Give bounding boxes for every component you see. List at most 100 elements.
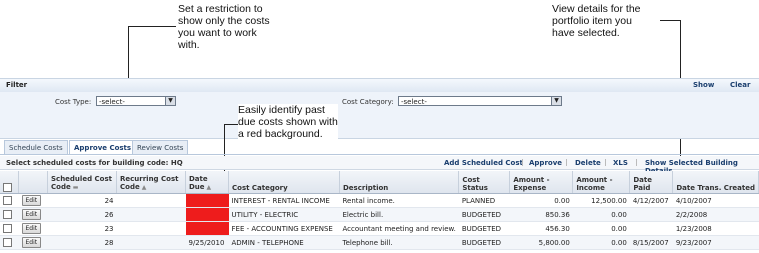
- action-bar: Select scheduled costs for building code…: [0, 156, 759, 175]
- filter-title: Filter: [6, 81, 28, 89]
- callout-pointer-pastdue: [224, 124, 238, 125]
- cell-description: Rental income.: [339, 193, 459, 208]
- cell-date-created: 9/23/2007: [672, 235, 759, 250]
- row-edit-cell[interactable]: Edit: [18, 193, 48, 208]
- divider: [605, 159, 606, 166]
- header-label: Description: [343, 184, 389, 192]
- grid-caption: Select scheduled costs for building code…: [6, 159, 183, 167]
- cell-amount-expense: 850.36: [509, 207, 573, 222]
- cell-date-due: [185, 221, 229, 236]
- cell-scheduled-cost-code: 28: [47, 235, 117, 250]
- cell-date-due: 9/25/2010: [185, 235, 229, 250]
- cell-description: Accountant meeting and review.: [339, 221, 459, 236]
- cell-amount-income: 0.00: [572, 221, 630, 236]
- header-label: Amount - Income: [576, 176, 613, 192]
- callout-line: you want to work: [178, 27, 257, 39]
- tab-schedule-costs[interactable]: Schedule Costs: [4, 140, 68, 154]
- cell-amount-expense: 456.30: [509, 221, 573, 236]
- filter-panel: Cost Type: -select- ▼ Cost Category: -se…: [0, 92, 759, 139]
- table-row[interactable]: Edit 26 UTILITY - ELECTRIC Electric bill. BU…: [0, 207, 759, 222]
- tab-approve-costs[interactable]: Approve Costs: [69, 140, 137, 155]
- sort-asc-icon: ▲: [206, 184, 212, 191]
- row-edit-cell[interactable]: Edit: [18, 207, 48, 222]
- cell-recurring-cost-code: [116, 221, 186, 236]
- header-date-paid[interactable]: Date Paid: [629, 171, 674, 194]
- table-row[interactable]: Edit 24 INTEREST - RENTAL INCOME Rental inc…: [0, 193, 759, 208]
- cell-scheduled-cost-code: 24: [47, 193, 117, 208]
- edit-header: [18, 171, 48, 194]
- cell-cost-status: BUDGETED: [458, 235, 510, 250]
- chevron-down-icon: ▼: [165, 97, 175, 105]
- edit-button[interactable]: Edit: [21, 209, 42, 220]
- header-label: Recurring Cost Code: [120, 175, 179, 191]
- header-date-created[interactable]: Date Trans. Created: [672, 171, 759, 194]
- cost-category-value: -select-: [401, 98, 427, 106]
- delete-button[interactable]: Delete: [575, 159, 601, 167]
- cost-category-select[interactable]: -select- ▼: [398, 96, 562, 106]
- cell-recurring-cost-code: [116, 235, 186, 250]
- cell-date-due: [185, 193, 229, 208]
- row-checkbox[interactable]: [3, 210, 12, 219]
- row-edit-cell[interactable]: Edit: [18, 235, 48, 250]
- cost-type-select[interactable]: -select- ▼: [96, 96, 176, 106]
- row-checkbox[interactable]: [3, 196, 12, 205]
- row-edit-cell[interactable]: Edit: [18, 221, 48, 236]
- divider: [566, 159, 567, 166]
- cell-cost-status: PLANNED: [458, 193, 510, 208]
- table-row[interactable]: Edit 28 9/25/2010 ADMIN - TELEPHONE Telephon…: [0, 235, 759, 250]
- chevron-down-icon: ▼: [551, 97, 561, 105]
- header-scheduled-cost-code[interactable]: Scheduled Cost Code ▬: [47, 171, 117, 194]
- select-all-header[interactable]: [0, 171, 19, 194]
- callout-line: with.: [178, 39, 200, 51]
- header-cost-status[interactable]: Cost Status: [458, 171, 511, 194]
- header-description[interactable]: Description: [339, 171, 460, 194]
- filter-show-link[interactable]: Show: [693, 81, 714, 89]
- approve-button[interactable]: Approve: [529, 159, 562, 167]
- cell-scheduled-cost-code: 23: [47, 221, 117, 236]
- header-label: Cost Status: [462, 176, 488, 192]
- header-recurring-cost-code[interactable]: Recurring Cost Code ▲: [116, 171, 186, 194]
- edit-button[interactable]: Edit: [21, 223, 42, 234]
- sort-icon: ▬: [72, 184, 79, 191]
- tab-review-costs[interactable]: Review Costs: [132, 140, 189, 154]
- header-label: Amount - Expense: [513, 176, 550, 192]
- scheduled-costs-table: Scheduled Cost Code ▬ Recurring Cost Code…: [0, 171, 759, 250]
- callout-line: a red background.: [238, 128, 323, 140]
- filter-bar: Filter Show Clear: [0, 78, 759, 93]
- table-body: Edit 24 INTEREST - RENTAL INCOME Rental inc…: [0, 193, 759, 250]
- cost-type-label: Cost Type:: [55, 98, 92, 106]
- row-checkbox[interactable]: [3, 238, 12, 247]
- table-header-row: Scheduled Cost Code ▬ Recurring Cost Code…: [0, 171, 759, 194]
- cell-date-created: 1/23/2008: [672, 221, 759, 236]
- cell-cost-category: FEE - ACCOUNTING EXPENSE: [228, 221, 340, 236]
- header-amount-income[interactable]: Amount - Income: [572, 171, 631, 194]
- cell-date-paid: 8/15/2007: [629, 235, 673, 250]
- cell-date-paid: [629, 207, 673, 222]
- table-row[interactable]: Edit 23 FEE - ACCOUNTING EXPENSE Accountant…: [0, 221, 759, 236]
- cell-scheduled-cost-code: 26: [47, 207, 117, 222]
- cell-description: Electric bill.: [339, 207, 459, 222]
- header-date-due[interactable]: Date Due ▲: [185, 171, 229, 194]
- callout-line: have selected.: [552, 27, 620, 39]
- cell-date-due: [185, 207, 229, 222]
- divider: [636, 159, 637, 166]
- row-select-cell[interactable]: [0, 221, 19, 236]
- cell-cost-category: INTEREST - RENTAL INCOME: [228, 193, 340, 208]
- row-select-cell[interactable]: [0, 207, 19, 222]
- header-cost-category[interactable]: Cost Category: [228, 171, 340, 194]
- callout-line: due costs shown with: [238, 116, 338, 128]
- row-checkbox[interactable]: [3, 224, 12, 233]
- callout-line: show only the costs: [178, 15, 270, 27]
- select-all-checkbox[interactable]: [3, 183, 12, 192]
- header-amount-expense[interactable]: Amount - Expense: [509, 171, 574, 194]
- add-scheduled-cost-button[interactable]: Add Scheduled Cost: [444, 159, 523, 167]
- header-label: Date Due: [189, 175, 208, 191]
- row-select-cell[interactable]: [0, 235, 19, 250]
- row-select-cell[interactable]: [0, 193, 19, 208]
- edit-button[interactable]: Edit: [21, 195, 42, 206]
- tab-divider: [0, 154, 759, 155]
- filter-clear-link[interactable]: Clear: [730, 81, 750, 89]
- header-label: Date Paid: [633, 176, 652, 192]
- xls-button[interactable]: XLS: [613, 159, 628, 167]
- edit-button[interactable]: Edit: [21, 237, 42, 248]
